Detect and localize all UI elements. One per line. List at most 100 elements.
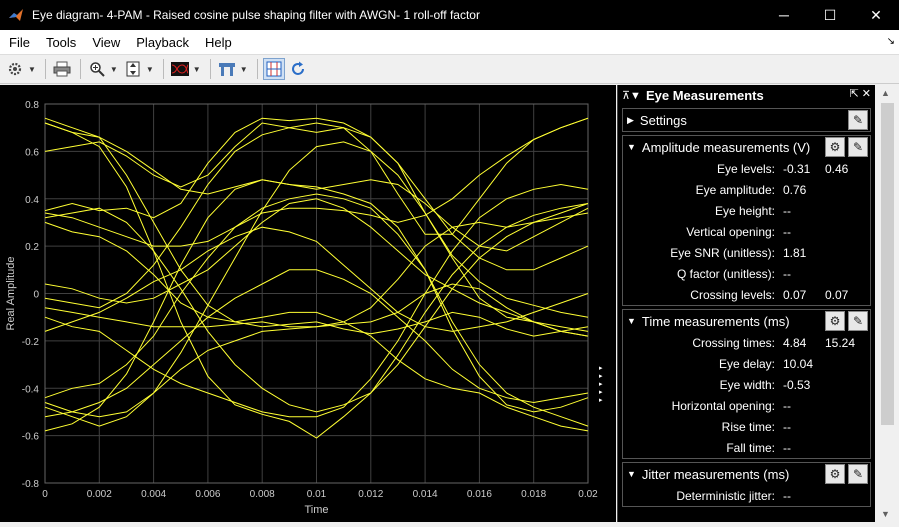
x-tick-label: 0.02 [578, 489, 598, 500]
section-header[interactable]: ▶ Settings ✎ [623, 109, 870, 131]
section-header[interactable]: ▼ Time measurements (ms) ⚙ ✎ [623, 310, 870, 332]
measurement-row: Horizontal opening: -- [623, 395, 870, 416]
gear-icon[interactable]: ⚙ [825, 464, 845, 484]
measurement-row: Vertical opening: -- [623, 221, 870, 242]
maximize-button[interactable]: ☐ [807, 0, 853, 30]
measurement-label: Fall time: [726, 440, 775, 455]
scroll-up-arrow-icon[interactable]: ▲ [881, 88, 890, 98]
y-tick-label: 0 [33, 290, 39, 301]
measurement-label: Eye width: [719, 377, 775, 392]
x-tick-label: 0.004 [141, 489, 166, 500]
y-tick-label: -0.6 [22, 432, 40, 443]
menu-overflow-icon[interactable]: ↘ [887, 36, 895, 47]
scroll-thumb[interactable] [881, 103, 894, 425]
scale-axes-icon[interactable] [122, 58, 144, 80]
menu-playback[interactable]: Playback [128, 35, 197, 50]
style-dropdown-icon[interactable]: ▼ [193, 65, 201, 74]
section-title: Jitter measurements (ms) [641, 466, 790, 482]
eye-measurements-icon[interactable] [262, 58, 285, 80]
toolbar-separator [209, 59, 211, 79]
section-title: Amplitude measurements (V) [641, 139, 811, 155]
y-tick-label: 0.2 [25, 242, 39, 253]
x-tick-label: 0 [42, 489, 48, 500]
minimize-button[interactable]: ─ [761, 0, 807, 30]
x-tick-label: 0.01 [307, 489, 327, 500]
measurement-label: Horizontal opening: [671, 398, 775, 413]
y-tick-label: 0.4 [25, 195, 39, 206]
y-axis-label: Real Amplitude [5, 257, 17, 331]
menu-view[interactable]: View [84, 35, 128, 50]
measurement-row: Deterministic jitter: -- [623, 485, 870, 506]
zoom-dropdown-icon[interactable]: ▼ [110, 65, 118, 74]
measurement-value-2: 0.46 [825, 161, 849, 176]
refresh-icon[interactable] [287, 58, 309, 80]
panel-scrollbar[interactable]: ▲ ▼ [876, 85, 899, 522]
menu-file[interactable]: File [0, 35, 38, 50]
y-tick-label: -0.8 [22, 479, 40, 490]
title-bar: Eye diagram- 4-PAM - Raised cosine pulse… [0, 0, 899, 30]
matlab-icon [9, 9, 23, 21]
measurement-row: Crossing times: 4.84 15.24 [623, 332, 870, 353]
panel-header: ⊼▼ Eye Measurements ⇱ ✕ [618, 85, 875, 105]
gear-icon[interactable]: ⚙ [825, 311, 845, 331]
menu-help[interactable]: Help [197, 35, 240, 50]
pencil-icon[interactable]: ✎ [848, 137, 868, 157]
pin-icon[interactable]: ⊼▼ [622, 89, 641, 102]
eye-diagram-plot[interactable]: 0 0.002 0.004 0.006 0.008 0.01 0.012 0.014 0.016… [0, 85, 616, 522]
measurement-value: 4.84 [783, 335, 807, 350]
scale-dropdown-icon[interactable]: ▼ [146, 65, 154, 74]
x-tick-label: 0.002 [87, 489, 112, 500]
measurement-row: Eye SNR (unitless): 1.81 [623, 242, 870, 263]
measurement-value: -- [783, 398, 791, 413]
gear-dropdown-icon[interactable]: ▼ [28, 65, 36, 74]
section-title: Time measurements (ms) [641, 313, 790, 329]
section-3: ▼ Jitter measurements (ms) ⚙ ✎ Deterministic… [622, 462, 871, 507]
gear-icon[interactable] [4, 58, 26, 80]
undock-icon[interactable]: ⇱ [850, 88, 859, 100]
menu-tools[interactable]: Tools [38, 35, 84, 50]
measurement-value-2: 15.24 [825, 335, 856, 350]
collapse-triangle-icon[interactable]: ▼ [627, 316, 636, 326]
measurement-label: Q factor (unitless): [676, 266, 775, 281]
measurement-row: Eye height: -- [623, 200, 870, 221]
print-icon[interactable] [51, 58, 73, 80]
collapse-triangle-icon[interactable]: ▼ [627, 142, 636, 152]
section-1: ▼ Amplitude measurements (V) ⚙ ✎ Eye levels:… [622, 135, 871, 306]
measurement-label: Eye amplitude: [695, 182, 775, 197]
eye-diagram-style-icon[interactable] [169, 58, 191, 80]
collapse-triangle-icon[interactable]: ▼ [627, 469, 636, 479]
x-tick-label: 0.008 [250, 489, 275, 500]
toolbar: ▼ ▼ ▼ ▼ ▼ [0, 54, 899, 84]
x-tick-label: 0.016 [467, 489, 492, 500]
measurement-label: Vertical opening: [686, 224, 775, 239]
measurement-value: -- [783, 488, 791, 503]
measurement-label: Eye levels: [716, 161, 775, 176]
close-panel-icon[interactable]: ✕ [862, 88, 871, 100]
pencil-icon[interactable]: ✎ [848, 110, 868, 130]
measurement-value: -- [783, 266, 791, 281]
measurement-value: -0.31 [783, 161, 811, 176]
panel-title: Eye Measurements [645, 87, 764, 103]
gear-icon[interactable]: ⚙ [825, 137, 845, 157]
panel-splitter-handle[interactable]: ▸ ▸ ▸ ▸ ▸ [599, 365, 603, 405]
pencil-icon[interactable]: ✎ [848, 311, 868, 331]
panel-sections: ▶ Settings ✎ ▼ Amplitude measurements (V) ⚙ ✎ E… [618, 108, 875, 507]
expand-triangle-icon[interactable]: ▶ [627, 115, 634, 126]
y-tick-label: 0.6 [25, 147, 39, 158]
measurements-icon[interactable] [216, 58, 238, 80]
section-0: ▶ Settings ✎ [622, 108, 871, 132]
x-tick-label: 0.018 [521, 489, 546, 500]
measurement-label: Eye height: [714, 203, 775, 218]
zoom-in-icon[interactable] [86, 58, 108, 80]
scroll-down-arrow-icon[interactable]: ▼ [881, 509, 890, 519]
window-title: Eye diagram- 4-PAM - Raised cosine pulse… [32, 8, 480, 22]
measurement-value: 1.81 [783, 245, 807, 260]
section-title: Settings [639, 112, 687, 128]
measurement-row: Crossing levels: 0.07 0.07 [623, 284, 870, 305]
pencil-icon[interactable]: ✎ [848, 464, 868, 484]
close-button[interactable]: ✕ [853, 0, 899, 30]
section-header[interactable]: ▼ Jitter measurements (ms) ⚙ ✎ [623, 463, 870, 485]
section-header[interactable]: ▼ Amplitude measurements (V) ⚙ ✎ [623, 136, 870, 158]
measurements-dropdown-icon[interactable]: ▼ [240, 65, 248, 74]
measurement-value: -- [783, 224, 791, 239]
